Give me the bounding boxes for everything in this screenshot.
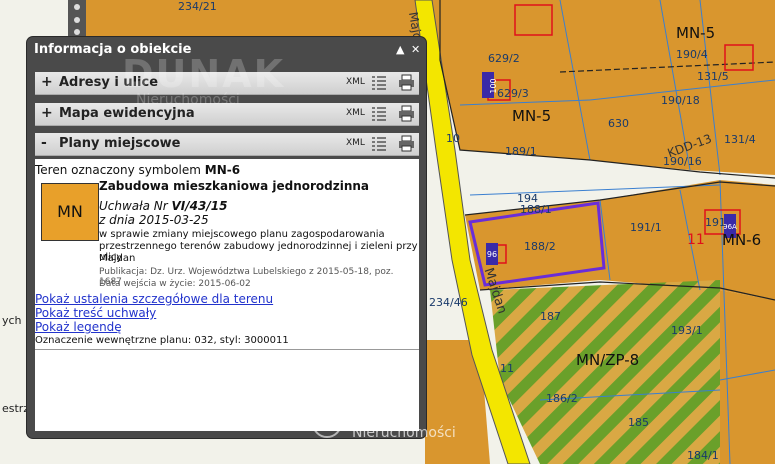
teren-line: Teren oznaczony symbolem MN-6 bbox=[35, 163, 240, 177]
xml-button[interactable]: XML bbox=[346, 138, 365, 148]
zoom-dot-2 bbox=[74, 17, 80, 23]
zone-label-mn6: MN-6 bbox=[722, 231, 761, 249]
zone-label-mnzp8: MN/ZP-8 bbox=[576, 351, 639, 369]
zone-name: Zabudowa mieszkaniowa jednorodzinna bbox=[99, 179, 370, 193]
list-icon[interactable] bbox=[372, 75, 386, 90]
parcel-131-5: 131/5 bbox=[697, 70, 729, 83]
red-number: 11 bbox=[687, 232, 705, 248]
parcel-184-1: 184/1 bbox=[687, 449, 719, 462]
print-icon[interactable] bbox=[398, 105, 415, 122]
parcel-189-1: 189/1 bbox=[505, 145, 537, 158]
watermark-top-sub: Nieruchomości bbox=[136, 92, 240, 108]
zone-label-mn5: MN-5 bbox=[512, 107, 551, 125]
zone-label-mn5-top: MN-5 bbox=[676, 24, 715, 42]
link-ustalenia[interactable]: Pokaż ustalenia szczegółowe dla terenu bbox=[35, 292, 273, 306]
collapse-section-icon: - bbox=[41, 135, 47, 151]
parcel-131-4: 131/4 bbox=[724, 133, 756, 146]
parcel-234-21: 234/21 bbox=[178, 0, 217, 13]
zone-badge: MN bbox=[41, 183, 99, 241]
effective-date: Data wejścia w życie: 2015-06-02 bbox=[99, 279, 251, 289]
expand-icon: + bbox=[41, 105, 53, 121]
parcel-186-2: 186/2 bbox=[546, 392, 578, 405]
teren-prefix: Teren oznaczony symbolem bbox=[35, 163, 201, 177]
list-icon[interactable] bbox=[372, 136, 386, 151]
parcel-188-2: 188/2 bbox=[524, 240, 556, 253]
parcel-185: 185 bbox=[628, 416, 649, 429]
expand-icon: + bbox=[41, 74, 53, 90]
internal-designation: Oznaczenie wewnętrzne planu: 032, styl: … bbox=[35, 335, 289, 346]
parcel-188-1: 188/1 bbox=[520, 203, 552, 216]
zone-right-lower-area bbox=[720, 290, 775, 464]
zoom-dot-3 bbox=[74, 29, 80, 35]
watermark-bottom-small: Oddział bbox=[354, 388, 388, 398]
desc-line-3: Majdan bbox=[99, 253, 136, 264]
uchwala-number: VI/43/15 bbox=[171, 199, 228, 213]
zone-top-left-area bbox=[80, 0, 425, 40]
parcel-190-4: 190/4 bbox=[676, 48, 708, 61]
parcel-193-1: 193/1 bbox=[671, 324, 703, 337]
xml-button[interactable]: XML bbox=[346, 108, 365, 118]
uchwala-prefix: Uchwała Nr bbox=[99, 199, 168, 213]
uchwala-line: Uchwała Nr VI/43/15 bbox=[99, 199, 227, 213]
zoom-dot-1 bbox=[74, 4, 80, 10]
parcel-630: 630 bbox=[608, 117, 629, 130]
watermark-bottom-brand: Lider bbox=[350, 408, 388, 426]
parcel-191-1: 191/1 bbox=[630, 221, 662, 234]
print-icon[interactable] bbox=[398, 135, 415, 152]
parcel-234-46: 234/46 bbox=[429, 296, 468, 309]
collapse-icon[interactable]: ▲ bbox=[396, 37, 404, 63]
parcel-11: 11 bbox=[500, 362, 514, 375]
watermark-logo-icon bbox=[312, 408, 342, 438]
parcel-187: 187 bbox=[540, 310, 561, 323]
parcel-10: 10 bbox=[446, 132, 460, 145]
parcel-629-3: 629/3 bbox=[497, 87, 529, 100]
link-legenda[interactable]: Pokaż legendę bbox=[35, 320, 122, 334]
desc-line-1: w sprawie zmiany miejscowego planu zagos… bbox=[99, 229, 385, 240]
teren-symbol: MN-6 bbox=[204, 163, 241, 177]
print-icon[interactable] bbox=[398, 74, 415, 91]
zone-mn5-area bbox=[430, 0, 775, 175]
watermark-bottom-sub: Nieruchomości bbox=[352, 425, 456, 441]
parcel-629-2: 629/2 bbox=[488, 52, 520, 65]
link-tresc-uchwaly[interactable]: Pokaż treść uchwały bbox=[35, 306, 156, 320]
parcel-191: 191 bbox=[705, 216, 726, 229]
plot-tag-96: 96 bbox=[487, 250, 497, 259]
side-text-1: ych bbox=[2, 314, 22, 327]
desc-line-2: przestrzennego terenów zabudowy jednorod… bbox=[99, 241, 418, 263]
section-label: Plany miejscowe bbox=[59, 136, 181, 151]
parcel-190-18: 190/18 bbox=[661, 94, 700, 107]
uchwala-date: z dnia 2015-03-25 bbox=[99, 213, 209, 227]
list-icon[interactable] bbox=[372, 106, 386, 121]
section-plany[interactable]: - Plany miejscowe XML bbox=[35, 133, 419, 156]
xml-button[interactable]: XML bbox=[346, 77, 365, 87]
section-label: Mapa ewidencyjna bbox=[59, 106, 195, 121]
close-icon[interactable]: ✕ bbox=[411, 37, 420, 63]
divider bbox=[35, 349, 419, 350]
watermark-top-brand: DUNAK bbox=[122, 52, 286, 96]
